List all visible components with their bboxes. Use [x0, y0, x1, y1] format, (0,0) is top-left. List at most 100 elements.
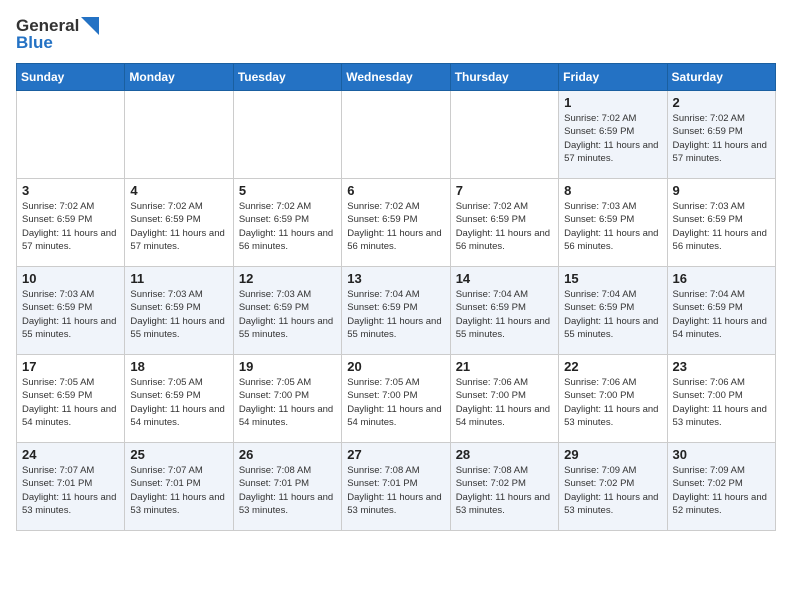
day-number: 13 [347, 271, 444, 286]
day-number: 18 [130, 359, 227, 374]
calendar-cell [450, 91, 558, 179]
day-number: 11 [130, 271, 227, 286]
week-row-2: 3 Sunrise: 7:02 AM Sunset: 6:59 PM Dayli… [17, 179, 776, 267]
day-number: 2 [673, 95, 770, 110]
calendar-cell: 13 Sunrise: 7:04 AM Sunset: 6:59 PM Dayl… [342, 267, 450, 355]
day-info: Sunrise: 7:06 AM Sunset: 7:00 PM Dayligh… [673, 376, 770, 429]
calendar-table: SundayMondayTuesdayWednesdayThursdayFrid… [16, 63, 776, 531]
calendar-cell: 24 Sunrise: 7:07 AM Sunset: 7:01 PM Dayl… [17, 443, 125, 531]
day-number: 6 [347, 183, 444, 198]
day-number: 20 [347, 359, 444, 374]
day-info: Sunrise: 7:03 AM Sunset: 6:59 PM Dayligh… [239, 288, 336, 341]
calendar-cell: 5 Sunrise: 7:02 AM Sunset: 6:59 PM Dayli… [233, 179, 341, 267]
header: General Blue [16, 16, 776, 53]
calendar-cell: 27 Sunrise: 7:08 AM Sunset: 7:01 PM Dayl… [342, 443, 450, 531]
day-number: 8 [564, 183, 661, 198]
day-info: Sunrise: 7:02 AM Sunset: 6:59 PM Dayligh… [239, 200, 336, 253]
calendar-cell: 23 Sunrise: 7:06 AM Sunset: 7:00 PM Dayl… [667, 355, 775, 443]
calendar-cell: 29 Sunrise: 7:09 AM Sunset: 7:02 PM Dayl… [559, 443, 667, 531]
weekday-header-friday: Friday [559, 64, 667, 91]
day-info: Sunrise: 7:03 AM Sunset: 6:59 PM Dayligh… [564, 200, 661, 253]
day-number: 10 [22, 271, 119, 286]
week-row-3: 10 Sunrise: 7:03 AM Sunset: 6:59 PM Dayl… [17, 267, 776, 355]
weekday-header-wednesday: Wednesday [342, 64, 450, 91]
logo-blue-text: Blue [16, 33, 53, 53]
day-number: 24 [22, 447, 119, 462]
calendar-cell: 9 Sunrise: 7:03 AM Sunset: 6:59 PM Dayli… [667, 179, 775, 267]
week-row-4: 17 Sunrise: 7:05 AM Sunset: 6:59 PM Dayl… [17, 355, 776, 443]
week-row-5: 24 Sunrise: 7:07 AM Sunset: 7:01 PM Dayl… [17, 443, 776, 531]
calendar-cell: 20 Sunrise: 7:05 AM Sunset: 7:00 PM Dayl… [342, 355, 450, 443]
logo: General Blue [16, 16, 99, 53]
calendar-cell [17, 91, 125, 179]
day-number: 27 [347, 447, 444, 462]
logo-triangle-icon [81, 17, 99, 35]
weekday-header-thursday: Thursday [450, 64, 558, 91]
day-info: Sunrise: 7:03 AM Sunset: 6:59 PM Dayligh… [130, 288, 227, 341]
day-number: 17 [22, 359, 119, 374]
day-number: 12 [239, 271, 336, 286]
calendar-cell [125, 91, 233, 179]
day-info: Sunrise: 7:07 AM Sunset: 7:01 PM Dayligh… [22, 464, 119, 517]
day-number: 9 [673, 183, 770, 198]
day-number: 7 [456, 183, 553, 198]
day-info: Sunrise: 7:05 AM Sunset: 7:00 PM Dayligh… [239, 376, 336, 429]
day-info: Sunrise: 7:04 AM Sunset: 6:59 PM Dayligh… [456, 288, 553, 341]
day-number: 15 [564, 271, 661, 286]
calendar-cell: 2 Sunrise: 7:02 AM Sunset: 6:59 PM Dayli… [667, 91, 775, 179]
day-info: Sunrise: 7:06 AM Sunset: 7:00 PM Dayligh… [564, 376, 661, 429]
calendar-cell: 18 Sunrise: 7:05 AM Sunset: 6:59 PM Dayl… [125, 355, 233, 443]
calendar-cell: 11 Sunrise: 7:03 AM Sunset: 6:59 PM Dayl… [125, 267, 233, 355]
calendar-cell: 6 Sunrise: 7:02 AM Sunset: 6:59 PM Dayli… [342, 179, 450, 267]
calendar-cell [342, 91, 450, 179]
day-info: Sunrise: 7:05 AM Sunset: 6:59 PM Dayligh… [22, 376, 119, 429]
calendar-cell: 30 Sunrise: 7:09 AM Sunset: 7:02 PM Dayl… [667, 443, 775, 531]
day-number: 22 [564, 359, 661, 374]
day-number: 29 [564, 447, 661, 462]
calendar-cell: 3 Sunrise: 7:02 AM Sunset: 6:59 PM Dayli… [17, 179, 125, 267]
weekday-header-saturday: Saturday [667, 64, 775, 91]
day-info: Sunrise: 7:02 AM Sunset: 6:59 PM Dayligh… [347, 200, 444, 253]
day-info: Sunrise: 7:04 AM Sunset: 6:59 PM Dayligh… [673, 288, 770, 341]
calendar-cell: 26 Sunrise: 7:08 AM Sunset: 7:01 PM Dayl… [233, 443, 341, 531]
day-info: Sunrise: 7:04 AM Sunset: 6:59 PM Dayligh… [347, 288, 444, 341]
day-info: Sunrise: 7:06 AM Sunset: 7:00 PM Dayligh… [456, 376, 553, 429]
week-row-1: 1 Sunrise: 7:02 AM Sunset: 6:59 PM Dayli… [17, 91, 776, 179]
day-info: Sunrise: 7:04 AM Sunset: 6:59 PM Dayligh… [564, 288, 661, 341]
day-number: 1 [564, 95, 661, 110]
calendar-cell: 7 Sunrise: 7:02 AM Sunset: 6:59 PM Dayli… [450, 179, 558, 267]
calendar-cell: 17 Sunrise: 7:05 AM Sunset: 6:59 PM Dayl… [17, 355, 125, 443]
day-info: Sunrise: 7:05 AM Sunset: 7:00 PM Dayligh… [347, 376, 444, 429]
day-info: Sunrise: 7:08 AM Sunset: 7:02 PM Dayligh… [456, 464, 553, 517]
day-info: Sunrise: 7:07 AM Sunset: 7:01 PM Dayligh… [130, 464, 227, 517]
day-number: 30 [673, 447, 770, 462]
day-info: Sunrise: 7:02 AM Sunset: 6:59 PM Dayligh… [456, 200, 553, 253]
day-info: Sunrise: 7:09 AM Sunset: 7:02 PM Dayligh… [673, 464, 770, 517]
day-number: 21 [456, 359, 553, 374]
calendar-cell: 8 Sunrise: 7:03 AM Sunset: 6:59 PM Dayli… [559, 179, 667, 267]
calendar-cell [233, 91, 341, 179]
day-info: Sunrise: 7:03 AM Sunset: 6:59 PM Dayligh… [673, 200, 770, 253]
day-info: Sunrise: 7:03 AM Sunset: 6:59 PM Dayligh… [22, 288, 119, 341]
weekday-header-sunday: Sunday [17, 64, 125, 91]
calendar-cell: 22 Sunrise: 7:06 AM Sunset: 7:00 PM Dayl… [559, 355, 667, 443]
day-info: Sunrise: 7:09 AM Sunset: 7:02 PM Dayligh… [564, 464, 661, 517]
day-number: 25 [130, 447, 227, 462]
calendar-cell: 19 Sunrise: 7:05 AM Sunset: 7:00 PM Dayl… [233, 355, 341, 443]
calendar-cell: 25 Sunrise: 7:07 AM Sunset: 7:01 PM Dayl… [125, 443, 233, 531]
calendar-cell: 4 Sunrise: 7:02 AM Sunset: 6:59 PM Dayli… [125, 179, 233, 267]
calendar-cell: 1 Sunrise: 7:02 AM Sunset: 6:59 PM Dayli… [559, 91, 667, 179]
weekday-header-row: SundayMondayTuesdayWednesdayThursdayFrid… [17, 64, 776, 91]
day-info: Sunrise: 7:08 AM Sunset: 7:01 PM Dayligh… [239, 464, 336, 517]
day-number: 14 [456, 271, 553, 286]
calendar-cell: 10 Sunrise: 7:03 AM Sunset: 6:59 PM Dayl… [17, 267, 125, 355]
calendar-cell: 21 Sunrise: 7:06 AM Sunset: 7:00 PM Dayl… [450, 355, 558, 443]
day-number: 5 [239, 183, 336, 198]
calendar-cell: 15 Sunrise: 7:04 AM Sunset: 6:59 PM Dayl… [559, 267, 667, 355]
day-number: 3 [22, 183, 119, 198]
day-number: 28 [456, 447, 553, 462]
calendar-cell: 12 Sunrise: 7:03 AM Sunset: 6:59 PM Dayl… [233, 267, 341, 355]
day-info: Sunrise: 7:02 AM Sunset: 6:59 PM Dayligh… [673, 112, 770, 165]
day-number: 26 [239, 447, 336, 462]
calendar-cell: 14 Sunrise: 7:04 AM Sunset: 6:59 PM Dayl… [450, 267, 558, 355]
